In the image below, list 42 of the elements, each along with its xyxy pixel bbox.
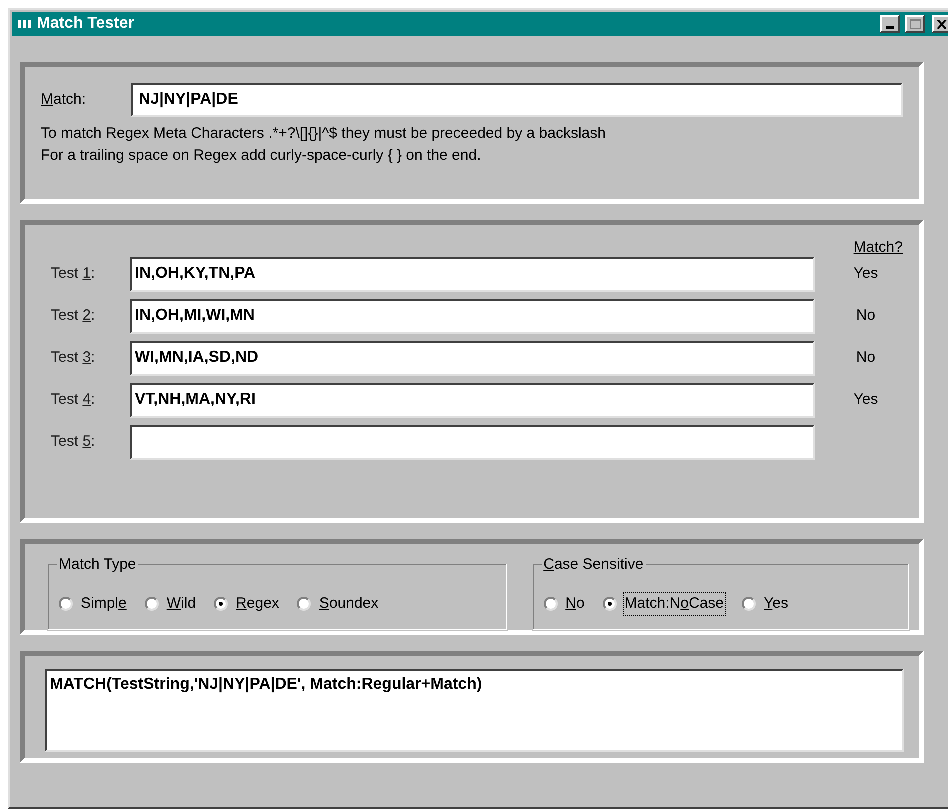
test-field[interactable]: IN,OH,KY,TN,PA [130,256,815,292]
radio-button[interactable] [742,597,756,611]
window-title: Match Tester [37,14,136,34]
hint-text: For a trailing space on Regex add curly-space-curly { } on the end. [41,147,482,165]
test-label: Test 1: [51,264,96,284]
match-field[interactable]: NJ|NY|PA|DE [131,83,903,117]
test-field[interactable]: VT,NH,MA,NY,RI [130,382,815,418]
radio-button[interactable] [297,597,312,611]
match-result: No [855,348,876,368]
test-label: Test 3: [51,348,96,368]
maximize-icon [910,19,920,29]
radio-label[interactable]: Soundex [317,592,381,616]
test-label: Test 4: [51,390,96,410]
close-icon [937,20,947,28]
test-field[interactable]: WI,MN,IA,SD,ND [130,340,815,376]
radio-label[interactable]: Simple [79,592,129,616]
close-button[interactable] [932,15,948,33]
maximize-button[interactable] [905,15,925,33]
match-column-header: Match? [854,238,903,258]
match-result: Yes [852,390,878,410]
radio-button[interactable] [144,597,159,611]
test-field[interactable] [130,424,815,460]
test-label: Test 2: [51,306,96,326]
test-field[interactable]: IN,OH,MI,WI,MN [130,298,815,334]
radio-label[interactable]: Match:NoCase [622,592,726,616]
match-result: No [855,306,876,326]
radio-button[interactable] [602,597,617,611]
output-box[interactable]: MATCH(TestString,'NJ|NY|PA|DE', Match:Regular+Match) [45,669,904,752]
radio-label[interactable]: Wild [164,592,198,616]
test-label: Test 5: [51,432,96,452]
radio-button[interactable] [214,597,228,611]
minimize-button[interactable] [880,15,900,33]
match-result: Yes [852,264,878,284]
match-label: Match: [41,90,88,110]
radio-button[interactable] [59,597,73,611]
radio-label[interactable]: Regex [234,592,282,616]
hint-text: To match Regex Meta Characters .*+?\[]{}|^$ they must be preceeded by a backslash [41,125,607,143]
app-icon [18,19,32,29]
radio-button[interactable] [544,597,558,611]
radio-label[interactable]: Yes [762,592,791,616]
radio-label[interactable]: No [564,592,587,616]
minimize-icon [886,26,894,29]
